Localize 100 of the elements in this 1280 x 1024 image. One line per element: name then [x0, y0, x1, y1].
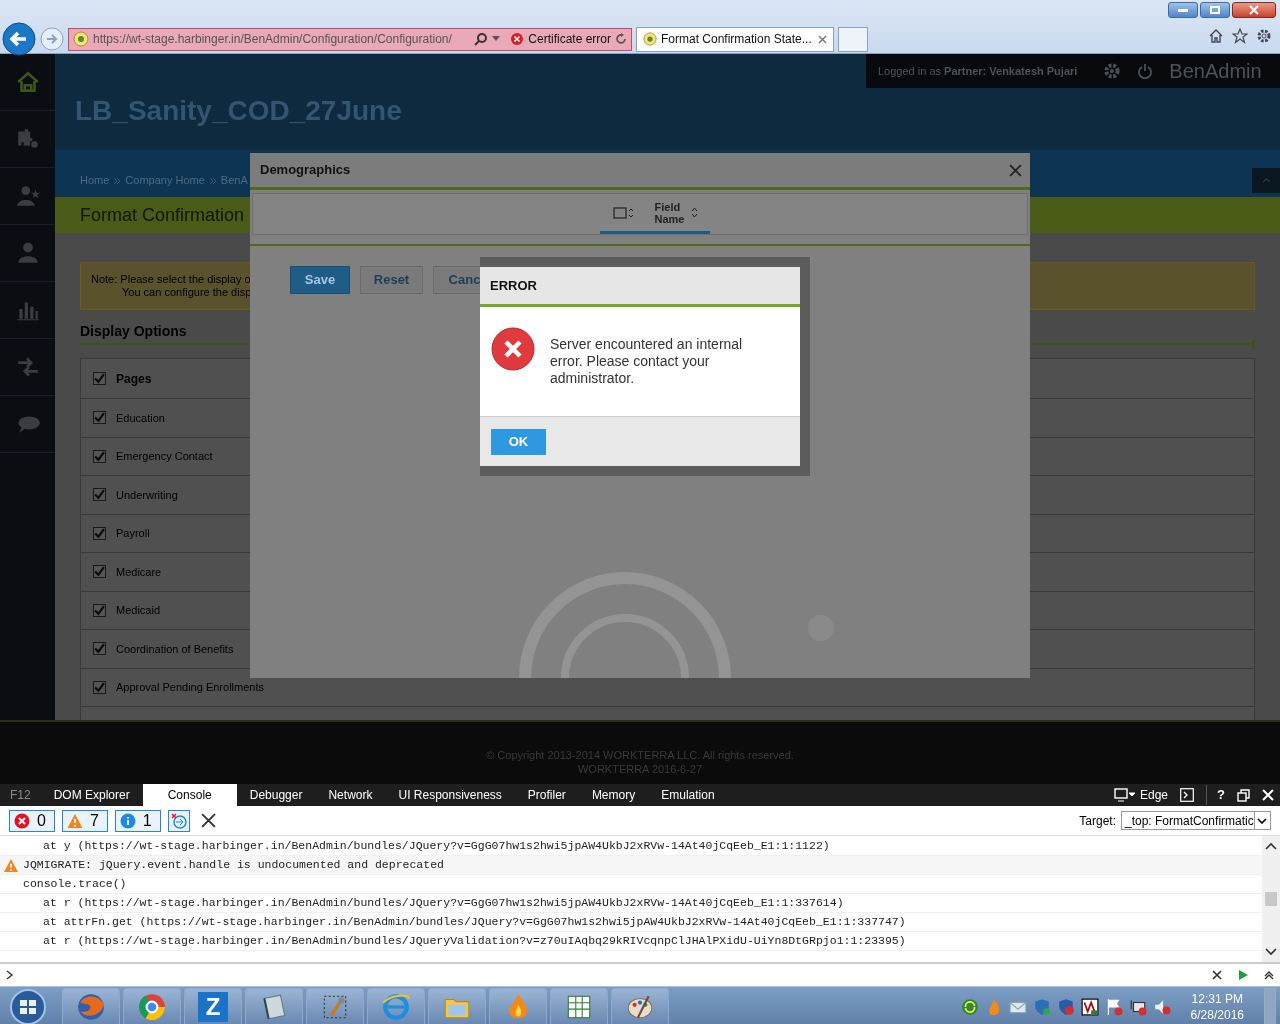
- devtools-tab[interactable]: DOM Explorer: [40, 784, 143, 806]
- taskbar-button[interactable]: [62, 987, 120, 1024]
- page-title: Format Confirmation: [80, 203, 245, 227]
- taskbar-button[interactable]: [550, 987, 608, 1024]
- target-dropdown[interactable]: _top: FormatConfirmatic: [1121, 811, 1271, 830]
- checkbox[interactable]: [93, 372, 106, 385]
- certificate-error-label[interactable]: Certificate error: [528, 30, 611, 48]
- taskbar-button[interactable]: [367, 987, 425, 1024]
- error-icon: [510, 32, 525, 46]
- modal-title: Demographics: [260, 161, 351, 180]
- clear-on-navigate-button[interactable]: [167, 809, 190, 832]
- close-button[interactable]: [1232, 2, 1276, 18]
- globe-icon: [76, 991, 106, 1022]
- checkbox[interactable]: [93, 411, 106, 425]
- clear-icon[interactable]: [1212, 970, 1222, 980]
- run-icon[interactable]: [1238, 970, 1248, 980]
- checkbox[interactable]: [93, 680, 106, 694]
- check-icon: [94, 373, 105, 384]
- search-icon[interactable]: [474, 32, 489, 46]
- app-tile: Z: [198, 991, 228, 1022]
- sort-icon[interactable]: [690, 207, 698, 218]
- page-option-label: Medicare: [116, 565, 162, 578]
- checkbox[interactable]: [93, 526, 106, 540]
- console-line: JQMIGRATE: jQuery.event.handle is undocumented and deprecated: [23, 857, 444, 874]
- minimize-button[interactable]: [1168, 2, 1198, 18]
- expand-icon[interactable]: [1264, 970, 1274, 980]
- column-chooser-icon[interactable]: [612, 205, 635, 220]
- scrollbar[interactable]: [1262, 836, 1280, 962]
- star-icon[interactable]: [1232, 28, 1248, 44]
- taskbar-button[interactable]: [428, 987, 486, 1024]
- chevron-down-icon: [1265, 948, 1277, 956]
- checkbox[interactable]: [93, 642, 106, 656]
- back-button[interactable]: [2, 22, 36, 56]
- close-icon: [1249, 5, 1259, 15]
- help-button[interactable]: ?: [1206, 785, 1225, 805]
- settings-icon[interactable]: [1256, 28, 1272, 44]
- checkbox[interactable]: [93, 449, 106, 463]
- page-option-label: Coordination of Benefits: [116, 642, 234, 655]
- forward-button[interactable]: [40, 27, 64, 51]
- error-icon: [491, 327, 535, 371]
- taskbar-button[interactable]: [245, 987, 303, 1024]
- check-icon: [94, 604, 105, 616]
- filter-toggle[interactable]: 0: [9, 809, 55, 832]
- scrollbar-thumb[interactable]: [1265, 892, 1277, 906]
- chevron-up-icon: [1265, 842, 1277, 850]
- column-header[interactable]: Field Name: [600, 194, 710, 234]
- section-heading: Display Options: [80, 322, 187, 339]
- devtools-tab[interactable]: Memory: [578, 784, 649, 806]
- checkbox[interactable]: [93, 488, 106, 502]
- document-mode-label[interactable]: Edge: [1140, 786, 1169, 804]
- taskbar-button[interactable]: [611, 987, 669, 1024]
- console-icon[interactable]: [1180, 788, 1195, 802]
- network-icon[interactable]: [1128, 997, 1147, 1016]
- refresh-icon[interactable]: [615, 33, 627, 45]
- brand-name: BenAdmin: [1169, 59, 1262, 84]
- console-line: at attrFn.get (https://wt-stage.harbinger.in/BenAdmin/bundles/JQuery?v=GgG07hw1s2hwi5jpAW4UkbJ2xRVw-14At40jCqEeb_E1:1:337747): [42, 914, 906, 931]
- new-tab-button[interactable]: [838, 26, 868, 52]
- console-line: at r (https://wt-stage.harbinger.in/BenAdmin/bundles/JQueryValidation?v=z70uIAqbq29kRIVcqnpClJHAlPXidU-UiYn8DtGRpjo1:1:23395): [42, 933, 906, 950]
- address-bar[interactable]: https://wt-stage.harbinger.in/BenAdmin/Configuration/Configuration/ Certificate error: [68, 27, 632, 51]
- person-star-icon[interactable]: [14, 183, 41, 209]
- devtools-tab[interactable]: Debugger: [236, 784, 316, 806]
- chart-window-icon[interactable]: [1080, 997, 1099, 1016]
- devtools-tab[interactable]: Network: [315, 784, 386, 806]
- taskbar-button[interactable]: [123, 987, 181, 1024]
- taskbar-button[interactable]: Z: [184, 987, 242, 1024]
- clock[interactable]: 12:31 PM 6/28/2016: [1190, 990, 1244, 1023]
- tab-title: Format Confirmation State...: [661, 31, 812, 48]
- restore-icon[interactable]: [1237, 788, 1250, 802]
- checkbox[interactable]: [93, 603, 106, 617]
- console-line: console.trace(): [22, 876, 127, 893]
- check-icon: [94, 412, 105, 424]
- shield-icon[interactable]: [1056, 997, 1075, 1016]
- page-option-label: Emergency Contact: [116, 450, 213, 463]
- checkbox[interactable]: [93, 565, 106, 579]
- device-icon[interactable]: [1114, 788, 1136, 802]
- clear-icon[interactable]: [200, 813, 216, 828]
- console-line: at r (https://wt-stage.harbinger.in/BenAdmin/bundles/JQuery?v=GgG07hw1s2hwi5jpAW4UkbJ2xRVw-14At40jCqEeb_E1:1:337614): [42, 895, 844, 912]
- shield-icon[interactable]: [1032, 997, 1051, 1016]
- taskbar-button[interactable]: [306, 987, 364, 1024]
- devtools-tab[interactable]: Console: [142, 784, 237, 806]
- filter-toggle[interactable]: 1: [114, 809, 161, 832]
- filter-toggle[interactable]: 7: [61, 809, 108, 832]
- taskbar-button[interactable]: [489, 987, 547, 1024]
- home-icon[interactable]: [1208, 28, 1224, 44]
- devtools-tab[interactable]: UI Responsiveness: [385, 784, 515, 806]
- prompt-icon: [6, 970, 14, 980]
- dropdown-caret-icon[interactable]: [492, 36, 501, 42]
- devtools-tab[interactable]: Emulation: [648, 784, 728, 806]
- sync-icon[interactable]: [960, 997, 979, 1016]
- modal-action-button[interactable]: Save: [290, 266, 350, 294]
- browser-tab[interactable]: Format Confirmation State...: [636, 26, 834, 52]
- power-icon[interactable]: [1137, 63, 1154, 79]
- check-icon: [94, 681, 105, 693]
- column-title: Field Name: [654, 200, 686, 225]
- error-message: Server encountered an internal error. Please contact your administrator.: [550, 336, 744, 387]
- check-icon: [94, 527, 105, 539]
- chevron-icon: [209, 177, 216, 184]
- restore-button[interactable]: [1200, 2, 1230, 18]
- page-option-label: Education: [116, 411, 165, 424]
- devtools-tab[interactable]: Profiler: [514, 784, 579, 806]
